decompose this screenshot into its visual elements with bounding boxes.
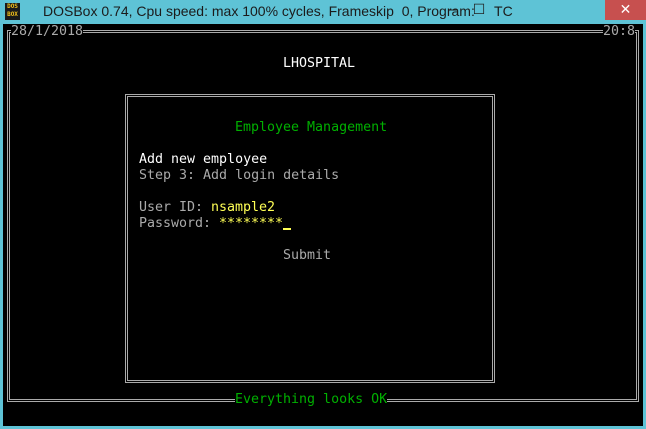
date-display: 28/1/2018 <box>11 24 84 40</box>
dialog-title: Employee Management <box>235 120 388 136</box>
minimize-button[interactable]: ‒ <box>440 0 466 20</box>
dialog-heading: Add new employee <box>139 152 268 168</box>
password-label: Password: <box>139 216 212 232</box>
dosbox-icon[interactable]: DOS BOX <box>5 3 20 20</box>
password-field[interactable]: ******** <box>219 216 292 232</box>
dialog-frame <box>125 94 495 383</box>
status-message: Everything looks OK <box>235 392 388 408</box>
text-cursor <box>283 228 292 230</box>
submit-button[interactable]: Submit <box>283 248 332 264</box>
dos-screen[interactable]: 28/1/2018 20:8 LHOSPITAL Employee Manage… <box>3 24 643 426</box>
user-id-label: User ID: <box>139 200 204 216</box>
window-titlebar[interactable]: DOS BOX DOSBox 0.74, Cpu speed: max 100% … <box>0 0 646 24</box>
maximize-button[interactable]: ☐ <box>466 0 492 20</box>
user-id-field[interactable]: nsample2 <box>211 200 276 216</box>
close-button[interactable]: ✕ <box>605 0 646 20</box>
password-value: ******** <box>219 216 284 231</box>
app-title: LHOSPITAL <box>283 56 356 72</box>
time-display: 20:8 <box>603 24 636 40</box>
step-label: Step 3: Add login details <box>139 168 340 184</box>
